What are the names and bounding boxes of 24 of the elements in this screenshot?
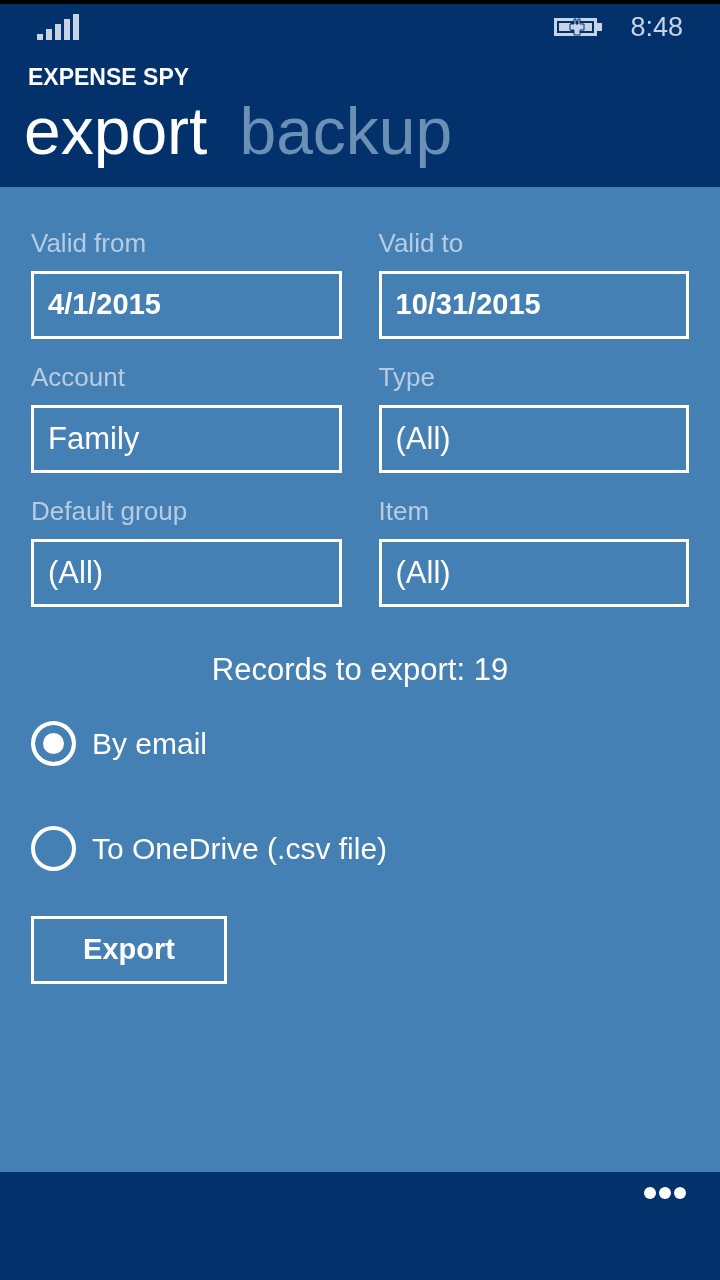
radio-option[interactable]: To OneDrive (.csv file): [31, 824, 388, 872]
dropdown-field[interactable]: (All): [31, 539, 342, 607]
records-count: Records to export: 19: [211, 652, 509, 688]
field-label: Account: [31, 362, 126, 392]
field-label: Valid from: [31, 228, 148, 258]
field-label: Default group: [31, 496, 189, 526]
ellipsis-icon: [644, 1187, 686, 1199]
export-button[interactable]: Export: [31, 916, 227, 984]
field-label: Item: [378, 496, 431, 526]
field-label: Type: [378, 362, 436, 392]
date-field[interactable]: 4/1/2015: [31, 271, 342, 339]
radio-option[interactable]: By email: [31, 719, 208, 767]
battery-charging-icon: [554, 15, 603, 39]
date-field[interactable]: 10/31/2015: [378, 271, 689, 339]
dropdown-field[interactable]: Family: [31, 405, 342, 473]
more-button[interactable]: [644, 1187, 686, 1199]
field-label: Valid to: [378, 228, 465, 258]
status-time: 8:48: [630, 10, 683, 44]
signal-icon: [37, 14, 79, 40]
pivot-tab[interactable]: backup: [239, 94, 453, 168]
dropdown-field[interactable]: (All): [378, 405, 689, 473]
pivot-tab[interactable]: export: [24, 94, 208, 168]
dropdown-field[interactable]: (All): [378, 539, 689, 607]
app-title: EXPENSE SPY: [28, 64, 190, 90]
